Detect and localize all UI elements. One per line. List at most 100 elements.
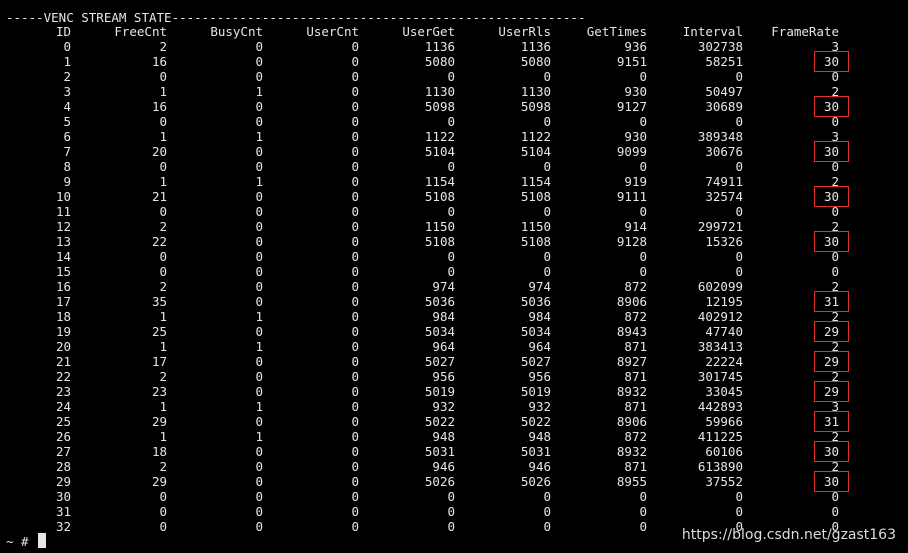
cell-user-rls: 5031 [520, 444, 551, 459]
cell-interval: 47740 [705, 324, 743, 339]
cell-free-cnt: 0 [159, 504, 167, 519]
cell-user-cnt: 0 [351, 459, 359, 474]
cell-get-times: 871 [624, 339, 647, 354]
cell-user-cnt: 0 [351, 309, 359, 324]
cell-get-times: 9151 [616, 54, 647, 69]
cell-get-times: 0 [639, 204, 647, 219]
watermark: https://blog.csdn.net/gzast163 [681, 527, 896, 543]
cell-user-cnt: 0 [351, 414, 359, 429]
cell-busy-cnt: 1 [255, 129, 263, 144]
cell-free-cnt: 1 [159, 129, 167, 144]
cell-user-get: 1130 [424, 84, 455, 99]
column-header-user-rls: UserRls [498, 24, 551, 39]
cell-busy-cnt: 0 [255, 459, 263, 474]
cell-busy-cnt: 1 [255, 339, 263, 354]
cell-user-cnt: 0 [351, 354, 359, 369]
framerate-highlight-box [814, 291, 849, 312]
cell-user-cnt: 0 [351, 69, 359, 84]
column-header-busy-cnt: BusyCnt [210, 24, 263, 39]
cell-user-get: 5034 [424, 324, 455, 339]
cell-get-times: 871 [624, 459, 647, 474]
cell-user-rls: 0 [543, 114, 551, 129]
cell-get-times: 8932 [616, 384, 647, 399]
cell-free-cnt: 21 [151, 189, 167, 204]
cell-user-cnt: 0 [351, 114, 359, 129]
cell-user-rls: 5098 [520, 99, 551, 114]
cell-id: 16 [55, 279, 71, 294]
cell-busy-cnt: 0 [255, 504, 263, 519]
cell-id: 0 [63, 39, 71, 54]
cell-free-cnt: 0 [159, 204, 167, 219]
cell-free-cnt: 16 [151, 99, 167, 114]
framerate-highlight-box [814, 471, 849, 492]
cursor[interactable] [38, 533, 46, 548]
column-header-user-cnt: UserCnt [306, 24, 359, 39]
cell-user-get: 5108 [424, 189, 455, 204]
framerate-highlight-box [814, 351, 849, 372]
column-header-get-times: GetTimes [586, 24, 647, 39]
cell-user-rls: 5027 [520, 354, 551, 369]
cell-user-cnt: 0 [351, 159, 359, 174]
cell-id: 18 [55, 309, 71, 324]
cell-interval: 59966 [705, 414, 743, 429]
cell-id: 21 [55, 354, 71, 369]
cell-user-get: 5031 [424, 444, 455, 459]
cell-busy-cnt: 0 [255, 249, 263, 264]
cell-id: 10 [55, 189, 71, 204]
cell-id: 6 [63, 129, 71, 144]
cell-interval: 0 [735, 264, 743, 279]
cell-get-times: 914 [624, 219, 647, 234]
cell-get-times: 8943 [616, 324, 647, 339]
column-header-frame-rate: FrameRate [771, 24, 839, 39]
cell-user-rls: 0 [543, 519, 551, 534]
cell-user-get: 0 [447, 114, 455, 129]
cell-user-rls: 964 [528, 339, 551, 354]
cell-user-cnt: 0 [351, 54, 359, 69]
cell-interval: 58251 [705, 54, 743, 69]
cell-interval: 33045 [705, 384, 743, 399]
cell-user-cnt: 0 [351, 219, 359, 234]
cell-busy-cnt: 0 [255, 294, 263, 309]
cell-user-rls: 0 [543, 249, 551, 264]
cell-get-times: 8927 [616, 354, 647, 369]
cell-interval: 15326 [705, 234, 743, 249]
cell-user-cnt: 0 [351, 324, 359, 339]
cell-user-get: 1150 [424, 219, 455, 234]
cell-get-times: 0 [639, 249, 647, 264]
cell-user-rls: 5019 [520, 384, 551, 399]
cell-id: 32 [55, 519, 71, 534]
cell-user-cnt: 0 [351, 399, 359, 414]
cell-busy-cnt: 0 [255, 39, 263, 54]
section-title: -----VENC STREAM STATE------------------… [6, 10, 586, 25]
cell-busy-cnt: 0 [255, 279, 263, 294]
cell-free-cnt: 0 [159, 489, 167, 504]
cell-user-cnt: 0 [351, 504, 359, 519]
cell-user-cnt: 0 [351, 294, 359, 309]
cell-user-rls: 5026 [520, 474, 551, 489]
cell-user-rls: 948 [528, 429, 551, 444]
cell-get-times: 9099 [616, 144, 647, 159]
cell-user-rls: 1122 [520, 129, 551, 144]
cell-busy-cnt: 0 [255, 369, 263, 384]
cell-get-times: 9127 [616, 99, 647, 114]
cell-free-cnt: 1 [159, 399, 167, 414]
column-header-interval: Interval [682, 24, 743, 39]
cell-interval: 37552 [705, 474, 743, 489]
cell-user-rls: 1136 [520, 39, 551, 54]
cell-user-cnt: 0 [351, 339, 359, 354]
cell-free-cnt: 22 [151, 234, 167, 249]
cell-busy-cnt: 0 [255, 444, 263, 459]
cell-busy-cnt: 0 [255, 384, 263, 399]
cell-interval: 383413 [697, 339, 743, 354]
cell-interval: 60106 [705, 444, 743, 459]
cell-interval: 613890 [697, 459, 743, 474]
cell-free-cnt: 17 [151, 354, 167, 369]
cell-id: 11 [55, 204, 71, 219]
terminal-window[interactable]: -----VENC STREAM STATE------------------… [0, 0, 908, 553]
cell-get-times: 930 [624, 129, 647, 144]
column-header-id: ID [55, 24, 71, 39]
cell-user-get: 5019 [424, 384, 455, 399]
cell-busy-cnt: 1 [255, 174, 263, 189]
cell-interval: 442893 [697, 399, 743, 414]
cell-user-rls: 5034 [520, 324, 551, 339]
